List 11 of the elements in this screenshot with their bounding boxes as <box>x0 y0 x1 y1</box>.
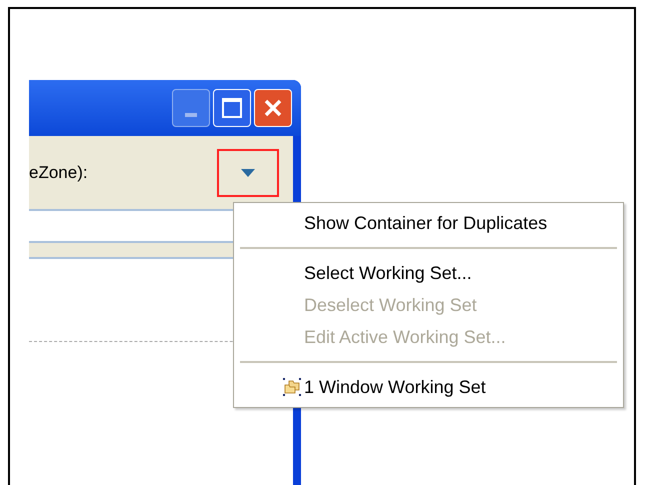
close-icon <box>264 99 282 117</box>
dropdown-arrow-icon <box>241 168 255 176</box>
menu-item[interactable]: Select Working Set... <box>234 257 623 289</box>
view-menu-button[interactable] <box>217 148 279 196</box>
field-label: eZone): <box>29 162 88 184</box>
minimize-button[interactable] <box>172 89 210 127</box>
menu-item[interactable]: 1 Window Working Set <box>234 371 623 403</box>
menu-item[interactable]: Show Container for Duplicates <box>234 207 623 239</box>
close-button[interactable] <box>254 89 292 127</box>
folders-icon <box>282 377 302 397</box>
maximize-button[interactable] <box>213 89 251 127</box>
